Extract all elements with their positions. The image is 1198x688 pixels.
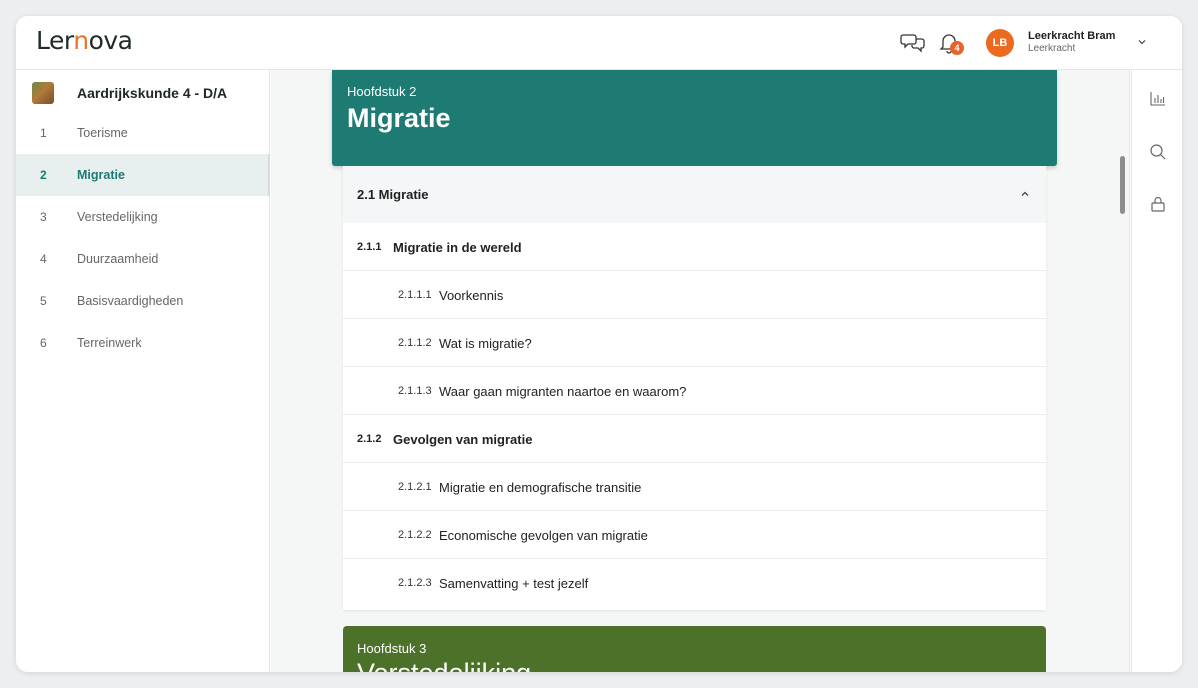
- subsection-title: Gevolgen van migratie: [393, 432, 533, 447]
- sidebar-item-terreinwerk[interactable]: 6 Terreinwerk: [16, 322, 270, 364]
- lesson-row[interactable]: 2.1.2.3 Samenvatting + test jezelf: [343, 559, 1046, 607]
- next-chapter-subtitle: Hoofdstuk 3: [357, 641, 427, 656]
- avatar[interactable]: LB: [986, 29, 1014, 57]
- main-content[interactable]: Hoofdstuk 2 Migratie 2.1 Migratie 2.1.1 …: [271, 70, 1130, 672]
- sidebar-item-toerisme[interactable]: 1 Toerisme: [16, 112, 270, 154]
- sidebar-item-number: 1: [40, 126, 47, 140]
- lesson-title: Wat is migratie?: [439, 336, 532, 351]
- lesson-row[interactable]: 2.1.1.2 Wat is migratie?: [343, 319, 1046, 367]
- course-title: Aardrijkskunde 4 - D/A: [77, 85, 228, 101]
- lesson-number: 2.1.1.1: [398, 289, 432, 301]
- scrollbar[interactable]: [1116, 70, 1130, 672]
- lesson-title: Voorkennis: [439, 288, 504, 303]
- user-name[interactable]: Leerkracht Bram: [1028, 30, 1115, 42]
- lock-icon[interactable]: [1148, 194, 1168, 214]
- chat-bubbles-icon[interactable]: [900, 30, 926, 56]
- lesson-title: Samenvatting + test jezelf: [439, 576, 589, 591]
- top-bar: Lernova 4 LB Leerkracht Bram Leerkracht: [16, 16, 1182, 70]
- chapter-title: Migratie: [347, 103, 451, 133]
- chapter-sidebar: Aardrijkskunde 4 - D/A 1 Toerisme 2 Migr…: [16, 70, 270, 672]
- logo[interactable]: Lernova: [36, 26, 133, 55]
- user-menu-chevron-down-icon[interactable]: [1134, 34, 1150, 50]
- subsection-number: 2.1.1: [357, 241, 382, 253]
- subsection-row[interactable]: 2.1.1 Migratie in de wereld: [343, 223, 1046, 271]
- lesson-title: Waar gaan migranten naartoe en waarom?: [439, 384, 687, 399]
- app-window: Lernova 4 LB Leerkracht Bram Leerkracht …: [16, 16, 1182, 672]
- lesson-row[interactable]: 2.1.2.1 Migratie en demografische transi…: [343, 463, 1046, 511]
- sidebar-item-label: Toerisme: [77, 126, 128, 140]
- course-thumbnail: [32, 82, 54, 104]
- lesson-title: Economische gevolgen van migratie: [439, 528, 648, 543]
- sidebar-item-label: Basisvaardigheden: [77, 294, 184, 308]
- lesson-number: 2.1.2.1: [398, 481, 432, 493]
- subsection-title: Migratie in de wereld: [393, 240, 522, 255]
- table-of-contents: 2.1 Migratie 2.1.1 Migratie in de wereld…: [343, 166, 1046, 610]
- section-title: 2.1 Migratie: [357, 187, 429, 202]
- subsection-row[interactable]: 2.1.2 Gevolgen van migratie: [343, 415, 1046, 463]
- search-icon[interactable]: [1148, 142, 1168, 162]
- bar-chart-icon[interactable]: [1148, 88, 1168, 108]
- lesson-number: 2.1.1.2: [398, 337, 432, 349]
- next-chapter-title: Verstedelijking: [357, 658, 531, 672]
- sidebar-item-duurzaamheid[interactable]: 4 Duurzaamheid: [16, 238, 270, 280]
- sidebar-item-label: Terreinwerk: [77, 336, 142, 350]
- lesson-number: 2.1.2.3: [398, 577, 432, 589]
- subsection-number: 2.1.2: [357, 433, 382, 445]
- sidebar-item-number: 5: [40, 294, 47, 308]
- logo-text-start: Ler: [36, 26, 74, 55]
- sidebar-item-label: Verstedelijking: [77, 210, 158, 224]
- scrollbar-thumb[interactable]: [1120, 156, 1125, 214]
- lesson-number: 2.1.1.3: [398, 385, 432, 397]
- sidebar-item-verstedelijking[interactable]: 3 Verstedelijking: [16, 196, 270, 238]
- notification-badge: 4: [950, 41, 964, 55]
- sidebar-item-basisvaardigheden[interactable]: 5 Basisvaardigheden: [16, 280, 270, 322]
- course-header[interactable]: Aardrijkskunde 4 - D/A: [16, 70, 270, 112]
- chapter-header: Hoofdstuk 2 Migratie: [332, 70, 1057, 166]
- lesson-row[interactable]: 2.1.1.1 Voorkennis: [343, 271, 1046, 319]
- sidebar-item-migratie[interactable]: 2 Migratie: [16, 154, 270, 196]
- lesson-number: 2.1.2.2: [398, 529, 432, 541]
- right-tool-rail: [1131, 70, 1182, 672]
- user-role: Leerkracht: [1028, 43, 1076, 54]
- section-row[interactable]: 2.1 Migratie: [343, 166, 1046, 223]
- next-chapter-header[interactable]: Hoofdstuk 3 Verstedelijking: [343, 626, 1046, 672]
- logo-accent: n: [73, 26, 89, 55]
- sidebar-item-number: 4: [40, 252, 47, 266]
- chevron-up-icon[interactable]: [1018, 187, 1032, 201]
- chapter-subtitle: Hoofdstuk 2: [347, 84, 417, 99]
- sidebar-item-number: 2: [40, 168, 47, 182]
- lesson-row[interactable]: 2.1.1.3 Waar gaan migranten naartoe en w…: [343, 367, 1046, 415]
- sidebar-item-label: Duurzaamheid: [77, 252, 159, 266]
- sidebar-item-number: 3: [40, 210, 47, 224]
- notifications-button[interactable]: 4: [936, 30, 964, 56]
- sidebar-item-label: Migratie: [77, 168, 125, 182]
- logo-text-end: ova: [88, 26, 133, 55]
- lesson-title: Migratie en demografische transitie: [439, 480, 642, 495]
- sidebar-item-number: 6: [40, 336, 47, 350]
- lesson-row[interactable]: 2.1.2.2 Economische gevolgen van migrati…: [343, 511, 1046, 559]
